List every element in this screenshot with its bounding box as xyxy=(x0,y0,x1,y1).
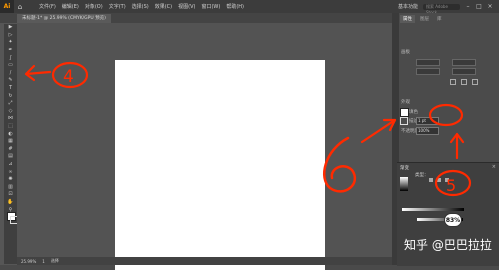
main-menu: 文件(F) 编辑(E) 对象(O) 文字(T) 选择(S) 效果(C) 视图(V… xyxy=(36,3,247,10)
menu-help[interactable]: 帮助(H) xyxy=(223,3,247,10)
mesh-tool-icon[interactable]: # xyxy=(4,146,17,154)
artboard-page[interactable]: 1 xyxy=(42,259,45,264)
menu-edit[interactable]: 编辑(E) xyxy=(59,3,82,10)
illustrator-window: Ai ⌂ 文件(F) 编辑(E) 对象(O) 文字(T) 选择(S) 效果(C)… xyxy=(0,0,499,270)
stock-search-input[interactable]: 搜索 Adobe Stock xyxy=(423,3,460,15)
scale-tool-icon[interactable]: ⤢ xyxy=(4,100,17,108)
menu-file[interactable]: 文件(F) xyxy=(36,3,59,10)
opacity-input[interactable]: 100% xyxy=(416,127,439,135)
maximize-icon[interactable]: □ xyxy=(476,3,482,10)
section-artboard: 画板 xyxy=(401,50,410,55)
gradient-slider[interactable] xyxy=(402,208,464,211)
type-tool-icon[interactable]: T xyxy=(4,85,17,93)
gradient-type-icons xyxy=(429,178,449,182)
eyedropper-tool-icon[interactable]: ⊿ xyxy=(4,161,17,169)
home-icon[interactable]: ⌂ xyxy=(14,0,26,13)
freeform-gradient-icon[interactable] xyxy=(445,178,449,182)
paintbrush-tool-icon[interactable]: / xyxy=(4,70,17,78)
panel-tabs: 属性 图层 库 xyxy=(400,15,445,23)
status-tool[interactable]: 选择 xyxy=(51,258,59,264)
blend-tool-icon[interactable]: ∞ xyxy=(4,168,17,176)
status-bar: 25.99% 1 选择 xyxy=(17,257,396,265)
direct-selection-tool-icon[interactable]: ▷ xyxy=(4,32,17,40)
symbol-sprayer-tool-icon[interactable]: ✺ xyxy=(4,176,17,184)
graph-tool-icon[interactable]: ▥ xyxy=(4,183,17,191)
radial-gradient-icon[interactable] xyxy=(437,178,441,182)
curvature-tool-icon[interactable]: ∫ xyxy=(4,54,17,62)
gradient-tool-icon[interactable]: ▤ xyxy=(4,153,17,161)
canvas-area[interactable] xyxy=(17,23,392,270)
stroke-color-box[interactable] xyxy=(400,117,408,125)
rotate-tool-icon[interactable]: ↻ xyxy=(4,92,17,100)
pencil-tool-icon[interactable]: ✎ xyxy=(4,77,17,85)
menu-type[interactable]: 文字(T) xyxy=(106,3,129,10)
artboard-tool-icon[interactable]: ⊡ xyxy=(4,191,17,199)
gradient-panel-title: 渐变 xyxy=(400,166,409,171)
align-right-icon[interactable] xyxy=(472,79,478,85)
document-tab-bar: 未标题-1* @ 25.99% (CMYK/GPU 预览) xyxy=(0,13,392,23)
tab-layers[interactable]: 图层 xyxy=(417,15,432,23)
document-tab[interactable]: 未标题-1* @ 25.99% (CMYK/GPU 预览) xyxy=(17,14,111,23)
menu-effect[interactable]: 效果(C) xyxy=(152,3,175,10)
opacity-percent-badge: 83% xyxy=(444,213,462,227)
panel-close-icon[interactable]: × xyxy=(492,164,496,170)
fill-label: 填色 xyxy=(409,110,418,115)
stroke-weight-input[interactable]: 1 pt xyxy=(416,117,439,125)
close-icon[interactable]: × xyxy=(487,3,493,10)
gradient-type-label: 类型： xyxy=(415,173,429,178)
minimize-icon[interactable]: – xyxy=(465,3,471,10)
menu-object[interactable]: 对象(O) xyxy=(82,3,106,10)
artboard[interactable] xyxy=(115,60,325,270)
w-field[interactable] xyxy=(452,59,476,66)
menu-bar: Ai ⌂ 文件(F) 编辑(E) 对象(O) 文字(T) 选择(S) 效果(C)… xyxy=(0,0,499,15)
align-icons xyxy=(450,79,478,85)
eraser-tool-icon[interactable]: ◇ xyxy=(4,108,17,116)
menu-window[interactable]: 窗口(W) xyxy=(198,3,223,10)
perspective-grid-tool-icon[interactable]: ▦ xyxy=(4,138,17,146)
linear-gradient-icon[interactable] xyxy=(429,178,433,182)
workspace-switcher[interactable]: 基本功能 xyxy=(398,3,418,10)
tab-libraries[interactable]: 库 xyxy=(434,15,445,23)
tab-properties[interactable]: 属性 xyxy=(400,15,415,23)
gradient-preview-swatch[interactable] xyxy=(400,177,408,191)
magic-wand-tool-icon[interactable]: ✦ xyxy=(4,39,17,47)
fill-color-box[interactable] xyxy=(400,108,409,117)
menu-select[interactable]: 选择(S) xyxy=(129,3,152,10)
tools-panel: ▶ ▷ ✦ ✒ ∫ ▭ / ✎ T ↻ ⤢ ◇ ⋈ ⬚ ◐ ▦ # ▤ ⊿ ∞ … xyxy=(4,24,18,264)
rectangle-tool-icon[interactable]: ▭ xyxy=(4,62,17,70)
section-appearance: 外观 xyxy=(401,100,410,105)
h-field[interactable] xyxy=(452,68,476,75)
menu-bar-right: 基本功能 搜索 Adobe Stock – □ × xyxy=(398,0,493,15)
pen-tool-icon[interactable]: ✒ xyxy=(4,47,17,55)
selection-tool-icon[interactable]: ▶ xyxy=(4,24,17,32)
zoom-level[interactable]: 25.99% xyxy=(21,259,36,264)
app-logo: Ai xyxy=(0,0,14,13)
x-field[interactable] xyxy=(416,59,440,66)
hand-tool-icon[interactable]: ✋ xyxy=(4,199,17,207)
width-tool-icon[interactable]: ⋈ xyxy=(4,115,17,123)
y-field[interactable] xyxy=(416,68,440,75)
free-transform-tool-icon[interactable]: ⬚ xyxy=(4,123,17,131)
shape-builder-tool-icon[interactable]: ◐ xyxy=(4,130,17,138)
align-left-icon[interactable] xyxy=(450,79,456,85)
align-center-icon[interactable] xyxy=(461,79,467,85)
watermark: 知乎 @巴巴拉拉 xyxy=(404,238,492,252)
menu-view[interactable]: 视图(V) xyxy=(175,3,198,10)
